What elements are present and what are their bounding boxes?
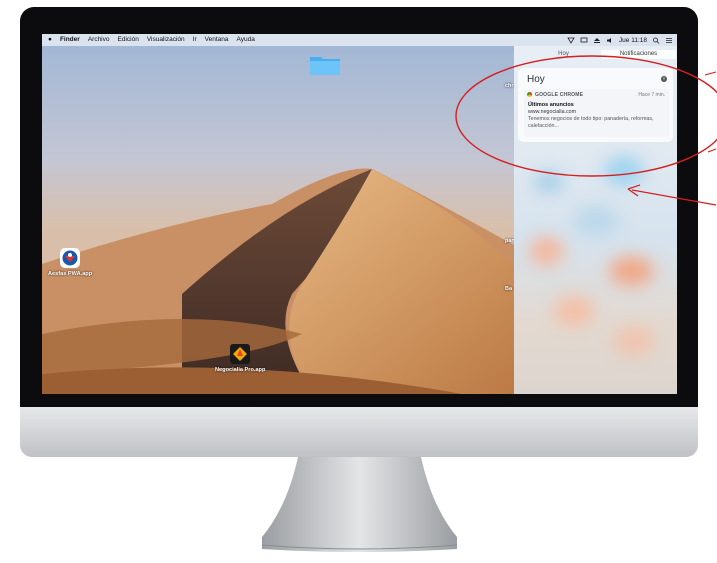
vpn-icon[interactable] — [567, 37, 575, 44]
tab-hoy[interactable]: Hoy — [526, 50, 601, 59]
menu-ventana[interactable]: Ventana — [201, 34, 233, 46]
tab-notificaciones[interactable]: Notificaciones — [601, 50, 676, 59]
airplay-icon[interactable] — [580, 37, 588, 44]
notification-url: www.negocialia.com — [528, 109, 576, 115]
annotation-side-line — [704, 71, 717, 76]
spotlight-icon[interactable] — [652, 37, 660, 44]
notification-center-tabs: Hoy Notificaciones — [526, 50, 676, 59]
section-title: Hoy — [527, 74, 545, 85]
menu-bar-status: Jue 11:18 — [567, 34, 673, 46]
notification-center-icon[interactable] — [665, 37, 673, 44]
folder-icon[interactable] — [310, 54, 340, 75]
eject-icon[interactable] — [593, 37, 601, 44]
desktop-screen: ● Finder Archivo Edición Visualización I… — [42, 34, 677, 394]
menu-edicion[interactable]: Edición — [114, 34, 143, 46]
menu-ir[interactable]: Ir — [189, 34, 201, 46]
notification-title: Últimos anuncios — [528, 102, 574, 108]
desktop-edge-label[interactable]: chr — [505, 83, 514, 89]
desktop-icon-aesfas[interactable]: Aesfas PWA.app — [48, 247, 92, 277]
monitor-chin — [20, 407, 698, 457]
chrome-icon — [527, 92, 532, 97]
clear-notifications-icon[interactable]: × — [661, 76, 667, 82]
desktop-icon-negocialia[interactable]: Negocialia Pro.app — [215, 343, 265, 373]
notification-app-name: GOOGLE CHROME — [535, 91, 584, 98]
desktop-edge-label[interactable]: Ba — [505, 286, 512, 292]
chrome-notification[interactable]: GOOGLE CHROME Hace 7 min. Últimos anunci… — [524, 89, 669, 137]
annotation-side-line — [707, 148, 717, 153]
apple-menu-icon[interactable]: ● — [42, 34, 56, 46]
desktop-icon-label: Aesfas PWA.app — [48, 271, 93, 277]
monitor-stand — [262, 457, 457, 552]
notification-center-panel: Hoy Notificaciones Hoy × GOOGLE CHROME H… — [514, 46, 677, 394]
menu-bar: ● Finder Archivo Edición Visualización I… — [42, 34, 677, 46]
aesfas-app-icon — [60, 248, 81, 268]
menu-clock[interactable]: Jue 11:18 — [619, 37, 647, 44]
negocialia-app-icon — [230, 344, 251, 364]
volume-icon[interactable] — [606, 37, 614, 44]
notification-time: Hace 7 min. — [638, 91, 665, 98]
notification-body: Tenemos negocios de todo tipo: panadería… — [528, 116, 654, 129]
menu-finder[interactable]: Finder — [56, 34, 84, 46]
menu-archivo[interactable]: Archivo — [84, 34, 114, 46]
desktop-icon-label: Negocialia Pro.app — [215, 367, 266, 373]
menu-ayuda[interactable]: Ayuda — [233, 34, 259, 46]
menu-visualizacion[interactable]: Visualización — [143, 34, 189, 46]
today-card: Hoy × GOOGLE CHROME Hace 7 min. Últimos … — [518, 68, 673, 142]
